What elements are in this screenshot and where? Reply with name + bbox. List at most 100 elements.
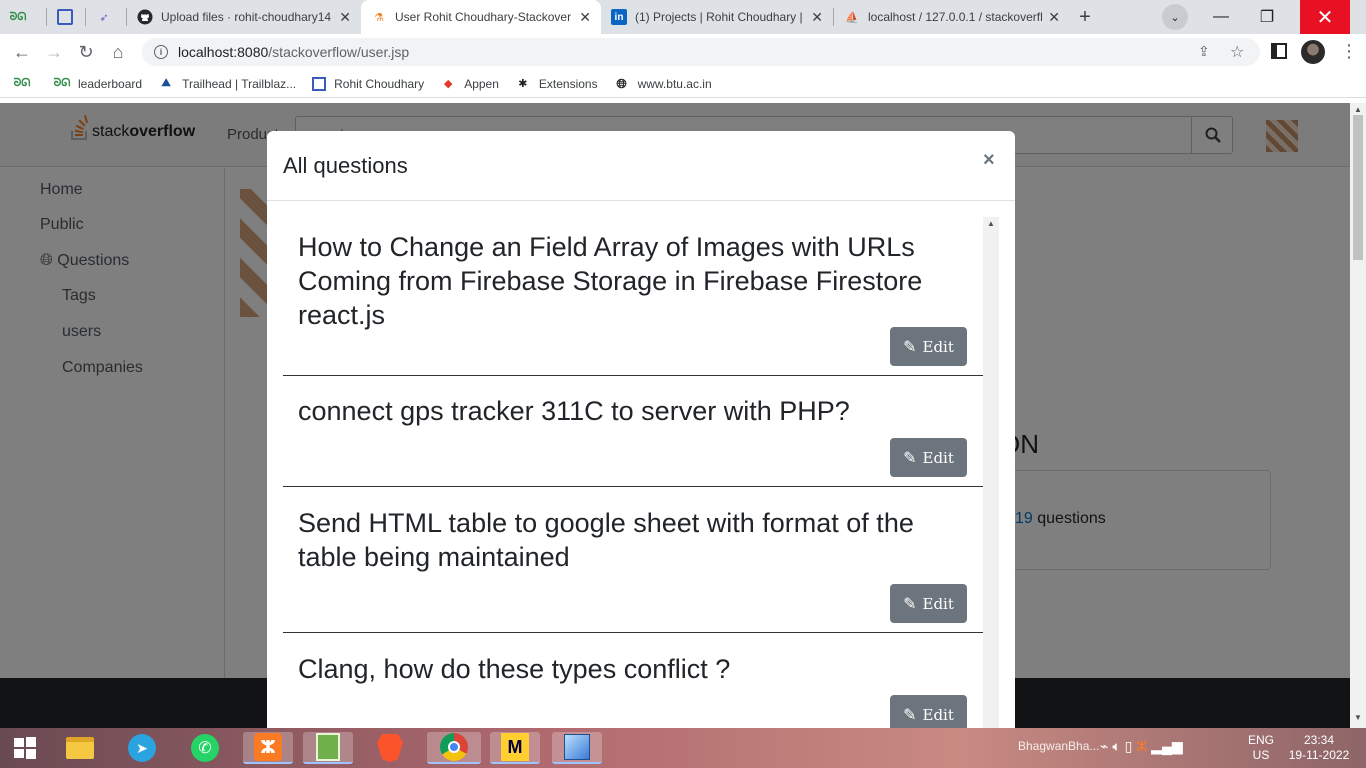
tab-linkedin[interactable]: in (1) Projects | Rohit Choudhary | L ✕ <box>601 0 833 34</box>
new-tab-button[interactable]: + <box>1070 0 1100 34</box>
bookmark-trailhead[interactable]: ⛰ Trailhead | Trailblaz... <box>158 76 296 92</box>
tab-github[interactable]: Upload files · rohit-choudhary14 ✕ <box>127 0 361 34</box>
scroll-up-icon[interactable]: ▲ <box>987 219 995 228</box>
weather-widget[interactable]: BhagwanBha... <box>1018 739 1099 753</box>
puzzle-icon: ✱ <box>518 78 528 90</box>
start-button[interactable] <box>8 732 42 764</box>
edit-button[interactable]: ✎ Edit <box>890 438 967 477</box>
bookmark-rohit-choudhary[interactable]: Rohit Choudhary <box>312 76 425 91</box>
rocket-icon: ➶ <box>99 11 109 24</box>
close-tab-icon[interactable]: ✕ <box>573 9 591 26</box>
side-panel-icon[interactable] <box>1271 43 1287 59</box>
phpmyadmin-icon: ⛵ <box>845 11 859 24</box>
question-item: How to Change an Field Array of Images w… <box>283 217 983 376</box>
stackoverflow-icon: ⚗ <box>374 11 384 24</box>
bookmark-leaderboard[interactable]: ᘐᘏ leaderboard <box>54 76 143 92</box>
question-title[interactable]: How to Change an Field Array of Images w… <box>298 230 968 332</box>
tab-stackoverflow[interactable]: ⚗ User Rohit Choudhary-Stackover ✕ <box>361 0 601 34</box>
minimize-button[interactable]: — <box>1198 0 1244 34</box>
appen-icon: ◆ <box>443 78 453 90</box>
bookmark-star-icon[interactable]: ☆ <box>1230 42 1244 62</box>
page-scrollbar[interactable]: ▲ ▼ <box>1350 103 1366 728</box>
close-tab-icon[interactable]: ✕ <box>333 9 351 26</box>
scroll-down-icon[interactable]: ▼ <box>1354 713 1362 722</box>
chrome-icon <box>440 733 468 761</box>
scroll-up-icon[interactable]: ▲ <box>1354 105 1362 114</box>
browser-toolbar: ← → ↻ ⌂ i localhost:8080/stackoverflow/u… <box>0 34 1366 70</box>
edit-button[interactable]: ✎ Edit <box>890 584 967 623</box>
all-questions-modal: All questions × How to Change an Field A… <box>267 131 1015 728</box>
linkedin-icon: in <box>611 9 627 25</box>
tab-title: User Rohit Choudhary-Stackover <box>395 10 572 24</box>
home-button[interactable]: ⌂ <box>102 36 134 68</box>
url-host: localhost:8080 <box>178 44 269 60</box>
scrollbar-thumb[interactable] <box>1353 115 1363 260</box>
info-icon[interactable]: i <box>154 45 168 59</box>
tab-rocket[interactable]: ➶ <box>86 0 126 34</box>
close-tab-icon[interactable]: ✕ <box>1042 9 1060 26</box>
window-icon <box>312 76 327 91</box>
tab-title: Upload files · rohit-choudhary14 <box>161 10 332 24</box>
question-item: Clang, how do these types conflict ? ✎ Ed… <box>283 633 983 728</box>
system-tray-icons[interactable]: ⌁ 🔈︎ ▯ ⵣ ▂▄▆ <box>1100 738 1183 755</box>
whatsapp-button[interactable]: ✆ <box>188 732 222 764</box>
minimize-icon: — <box>1213 8 1229 25</box>
file-explorer-button[interactable] <box>63 732 97 764</box>
bookmark-geeksforgeeks[interactable]: ᘐᘏ <box>14 76 38 92</box>
profile-avatar[interactable] <box>1301 40 1325 64</box>
telegram-button[interactable]: ➤ <box>125 732 159 764</box>
xampp-tray-icon: ⵣ <box>1136 738 1148 754</box>
notepad-button[interactable] <box>303 732 353 764</box>
folder-icon <box>66 737 94 759</box>
whatsapp-icon: ✆ <box>191 734 219 762</box>
chevron-down-icon: ⌄ <box>1162 4 1188 30</box>
tab-geeksforgeeks[interactable]: ᘐᘏ <box>0 0 46 34</box>
bookmark-extensions[interactable]: ✱ Extensions <box>515 76 598 92</box>
network-icon: ⌁ <box>1100 738 1109 754</box>
edit-button[interactable]: ✎ Edit <box>890 327 967 366</box>
close-window-button[interactable]: ✕ <box>1300 0 1350 34</box>
tab-search-button[interactable]: ⌄ <box>1152 0 1198 34</box>
edit-icon: ✎ <box>903 337 917 356</box>
chrome-button[interactable] <box>427 732 481 764</box>
back-button[interactable]: ← <box>6 36 38 68</box>
restore-button[interactable]: ❐ <box>1244 0 1290 34</box>
share-icon[interactable]: ⇪ <box>1198 43 1210 60</box>
questions-scrollbar[interactable]: ▲ <box>983 217 999 728</box>
forward-button[interactable]: → <box>38 36 70 68</box>
question-title[interactable]: Clang, how do these types conflict ? <box>298 652 968 686</box>
menu-dots-icon[interactable]: ⋮ <box>1340 40 1358 62</box>
brave-button[interactable] <box>373 732 407 764</box>
reload-icon: ↻ <box>78 41 94 62</box>
virtualbox-button[interactable] <box>552 732 602 764</box>
address-bar[interactable]: i localhost:8080/stackoverflow/user.jsp … <box>142 38 1260 66</box>
modal-title: All questions <box>283 153 408 178</box>
region-code: US <box>1252 748 1270 762</box>
miro-icon: M <box>501 733 529 761</box>
windows-taskbar: ➤ ✆ ⵣ M BhagwanBha... ⌁ 🔈︎ ▯ ⵣ ▂▄▆ ENG U… <box>0 728 1366 768</box>
modal-close-button[interactable]: × <box>983 149 995 172</box>
bookmark-label: Trailhead | Trailblaz... <box>182 76 297 91</box>
edit-icon: ✎ <box>903 448 917 467</box>
clock[interactable]: 23:34 19-11-2022 <box>1284 733 1354 763</box>
window-icon <box>57 9 73 25</box>
bookmark-label: Rohit Choudhary <box>334 76 425 91</box>
tab-window[interactable] <box>47 0 85 34</box>
miro-button[interactable]: M <box>490 732 540 764</box>
bookmark-appen[interactable]: ◆ Appen <box>440 76 499 92</box>
bookmarks-bar: ᘐᘏ ᘐᘏ leaderboard ⛰ Trailhead | Trailbla… <box>0 70 1366 98</box>
bookmark-label: Extensions <box>538 76 598 91</box>
close-tab-icon[interactable]: ✕ <box>805 9 823 26</box>
tab-phpmyadmin[interactable]: ⛵ localhost / 127.0.0.1 / stackoverfl ✕ <box>834 0 1070 34</box>
language-indicator[interactable]: ENG US <box>1244 733 1278 763</box>
geeksforgeeks-icon: ᘐᘏ <box>13 77 31 89</box>
xampp-button[interactable]: ⵣ <box>243 732 293 764</box>
question-title[interactable]: connect gps tracker 311C to server with … <box>298 394 968 428</box>
globe-icon: 🌐︎ <box>616 75 627 91</box>
geeksforgeeks-icon: ᘐᘏ <box>9 10 27 23</box>
bookmark-btu[interactable]: 🌐︎ www.btu.ac.in <box>614 75 711 92</box>
question-title[interactable]: Send HTML table to google sheet with for… <box>298 506 968 574</box>
edit-button[interactable]: ✎ Edit <box>890 695 967 728</box>
reload-button[interactable]: ↻ <box>70 36 102 68</box>
arrow-right-icon: → <box>45 41 63 62</box>
